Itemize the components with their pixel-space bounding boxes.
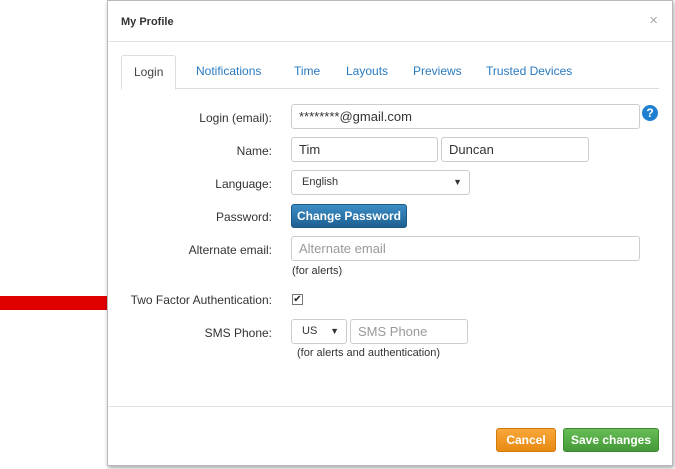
language-label: Language:: [215, 177, 272, 191]
language-value: English: [302, 176, 339, 188]
two-factor-label: Two Factor Authentication:: [130, 293, 272, 307]
sms-phone-label: SMS Phone:: [204, 326, 272, 340]
login-email-label: Login (email):: [199, 111, 272, 125]
close-icon[interactable]: ×: [649, 12, 658, 29]
alternate-email-input[interactable]: [291, 236, 640, 261]
dialog-footer: Cancel Save changes: [108, 406, 672, 466]
chevron-down-icon: ▼: [453, 177, 462, 187]
tab-layouts[interactable]: Layouts: [334, 55, 400, 89]
first-name-input[interactable]: [291, 137, 438, 162]
sms-phone-hint: (for alerts and authentication): [297, 347, 441, 359]
change-password-button[interactable]: Change Password: [291, 204, 407, 228]
name-label: Name:: [236, 144, 272, 158]
tab-time[interactable]: Time: [282, 55, 332, 89]
tab-notifications[interactable]: Notifications: [184, 55, 273, 89]
sms-phone-input[interactable]: [350, 319, 468, 344]
help-icon[interactable]: ?: [642, 105, 658, 121]
login-email-input[interactable]: [291, 104, 640, 129]
chevron-down-icon: ▼: [330, 326, 339, 336]
password-label: Password:: [215, 210, 272, 224]
my-profile-dialog: My Profile × Login Notifications Time La…: [107, 0, 673, 466]
two-factor-checkbox[interactable]: ✔: [292, 294, 303, 305]
dialog-title: My Profile: [121, 16, 174, 28]
tab-login[interactable]: Login: [121, 55, 177, 90]
last-name-input[interactable]: [441, 137, 589, 162]
tab-bar: Login Notifications Time Layouts Preview…: [121, 55, 659, 90]
alternate-email-label: Alternate email:: [188, 243, 272, 257]
country-code-value: US: [302, 325, 318, 337]
dialog-header: My Profile ×: [108, 1, 672, 42]
country-code-select[interactable]: US ▼: [291, 319, 347, 344]
tab-trusted-devices[interactable]: Trusted Devices: [474, 55, 584, 89]
alternate-email-hint: (for alerts): [292, 265, 343, 277]
language-select[interactable]: English ▼: [291, 170, 470, 195]
cancel-button[interactable]: Cancel: [496, 428, 556, 452]
tab-previews[interactable]: Previews: [401, 55, 474, 89]
save-changes-button[interactable]: Save changes: [563, 428, 659, 452]
